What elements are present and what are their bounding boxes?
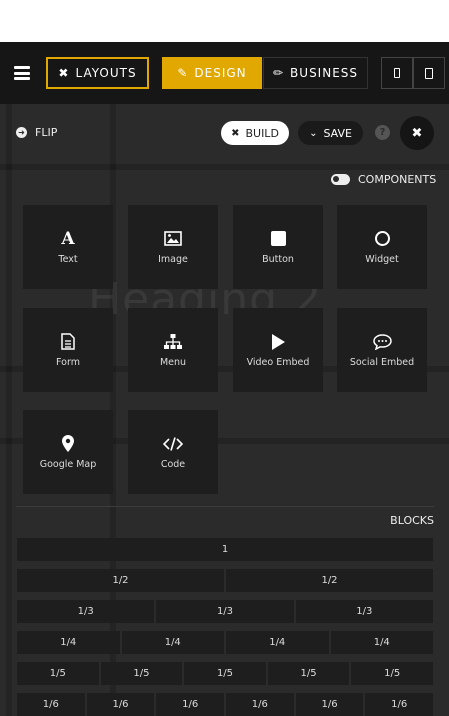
component-social-embed[interactable]: Social Embed [337,308,427,392]
block-cell[interactable]: 1/6 [295,693,364,716]
block-cell[interactable]: 1/6 [226,693,294,716]
components-panel: Heading 2 ➜ FLIP ✖ BUILD ⌄ SAVE ? ✖ COMP… [0,104,449,716]
business-button[interactable]: ✏ BUSINESS [263,57,368,89]
close-panel-button[interactable]: ✖ [400,116,434,150]
block-cell[interactable]: 1/6 [365,693,434,716]
block-cell[interactable]: 1/3 [295,600,433,623]
block-cell[interactable]: 1/6 [156,693,225,716]
build-label: BUILD [245,126,279,140]
component-video-embed[interactable]: Video Embed [233,308,323,392]
block-cell[interactable]: 1/5 [100,662,183,685]
component-label: Code [160,458,186,470]
page-top-blank [0,0,449,42]
component-label: Social Embed [349,356,415,368]
block-cell[interactable]: 1/4 [330,631,433,654]
button-icon [268,230,288,248]
block-cell[interactable]: 1/3 [17,600,155,623]
block-row-3: 1/3 1/3 1/3 [17,600,433,623]
widget-icon [372,230,392,248]
flip-button[interactable]: ➜ FLIP [16,126,57,139]
chat-icon [372,333,392,351]
editor-toolbar: ✖ LAYOUTS ✎ DESIGN ✏ BUSINESS [0,42,449,104]
component-label: Menu [159,356,187,368]
component-code[interactable]: Code [128,410,218,494]
code-icon [163,435,183,453]
block-row-2: 1/2 1/2 [17,569,433,592]
play-icon [268,333,288,351]
component-label: Button [262,253,294,265]
block-cell[interactable]: 1/5 [351,662,433,685]
component-button[interactable]: Button [233,205,323,289]
block-row-6: 1/6 1/6 1/6 1/6 1/6 1/6 [17,693,434,716]
component-label: Video Embed [246,356,310,368]
tablet-icon [425,67,433,79]
mobile-icon [394,68,400,78]
block-cell[interactable]: 1/6 [86,693,155,716]
build-button[interactable]: ✖ BUILD [221,121,289,145]
blocks-title: BLOCKS [390,514,434,527]
block-cell[interactable]: 1/3 [156,600,294,623]
component-label: Text [58,253,78,265]
block-row-5: 1/5 1/5 1/5 1/5 1/5 [17,662,433,685]
component-image[interactable]: Image [128,205,218,289]
block-cell[interactable]: 1/4 [17,631,120,654]
component-google-map[interactable]: Google Map [23,410,113,494]
section-divider [16,506,434,507]
design-label: DESIGN [194,66,247,80]
map-pin-icon [58,435,78,453]
component-label: Widget [365,253,399,265]
close-x-icon: ✖ [58,66,70,80]
text-icon: A [61,228,75,249]
block-cell[interactable]: 1/5 [184,662,266,685]
help-label: ? [379,127,386,138]
component-form[interactable]: Form [23,308,113,392]
menu-sitemap-icon [163,333,183,351]
toggle-switch[interactable] [331,174,350,185]
save-button[interactable]: ⌄ SAVE [298,121,363,145]
components-toggle[interactable]: COMPONENTS [331,173,436,186]
component-label: Google Map [39,458,97,470]
block-cell[interactable]: 1/6 [17,693,85,716]
block-cell[interactable]: 1/4 [121,631,224,654]
background-canvas-bar [0,164,449,170]
block-cell[interactable]: 1/4 [226,631,329,654]
image-icon [163,230,183,248]
block-cell[interactable]: 1/2 [17,569,224,592]
block-cell[interactable]: 1 [17,538,433,561]
layouts-label: LAYOUTS [75,66,137,80]
close-icon: ✖ [411,125,423,141]
component-menu[interactable]: Menu [128,308,218,392]
block-cell[interactable]: 1/2 [226,569,433,592]
chevron-down-icon: ⌄ [309,127,318,139]
form-icon [58,333,78,351]
save-label: SAVE [323,126,352,140]
design-button[interactable]: ✎ DESIGN [162,57,262,89]
background-canvas-edge [6,104,12,716]
business-label: BUSINESS [290,66,359,80]
component-text[interactable]: A Text [23,205,113,289]
close-x-icon: ✖ [231,127,240,139]
component-label: Image [158,253,188,265]
pencil-icon: ✏ [272,66,285,80]
arrow-right-circle-icon: ➜ [16,127,27,138]
block-cell[interactable]: 1/5 [17,662,99,685]
components-label: COMPONENTS [358,173,437,186]
block-row-1: 1 [17,538,433,561]
hamburger-menu-icon[interactable] [14,66,30,80]
edit-icon: ✎ [177,66,189,80]
block-cell[interactable]: 1/5 [267,662,350,685]
mobile-view-button[interactable] [381,57,413,89]
layouts-button[interactable]: ✖ LAYOUTS [46,57,149,89]
component-widget[interactable]: Widget [337,205,427,289]
block-row-4: 1/4 1/4 1/4 1/4 [17,631,433,654]
help-icon[interactable]: ? [375,125,390,140]
component-label: Form [56,356,80,368]
tablet-view-button[interactable] [413,57,445,89]
flip-label: FLIP [35,126,58,139]
